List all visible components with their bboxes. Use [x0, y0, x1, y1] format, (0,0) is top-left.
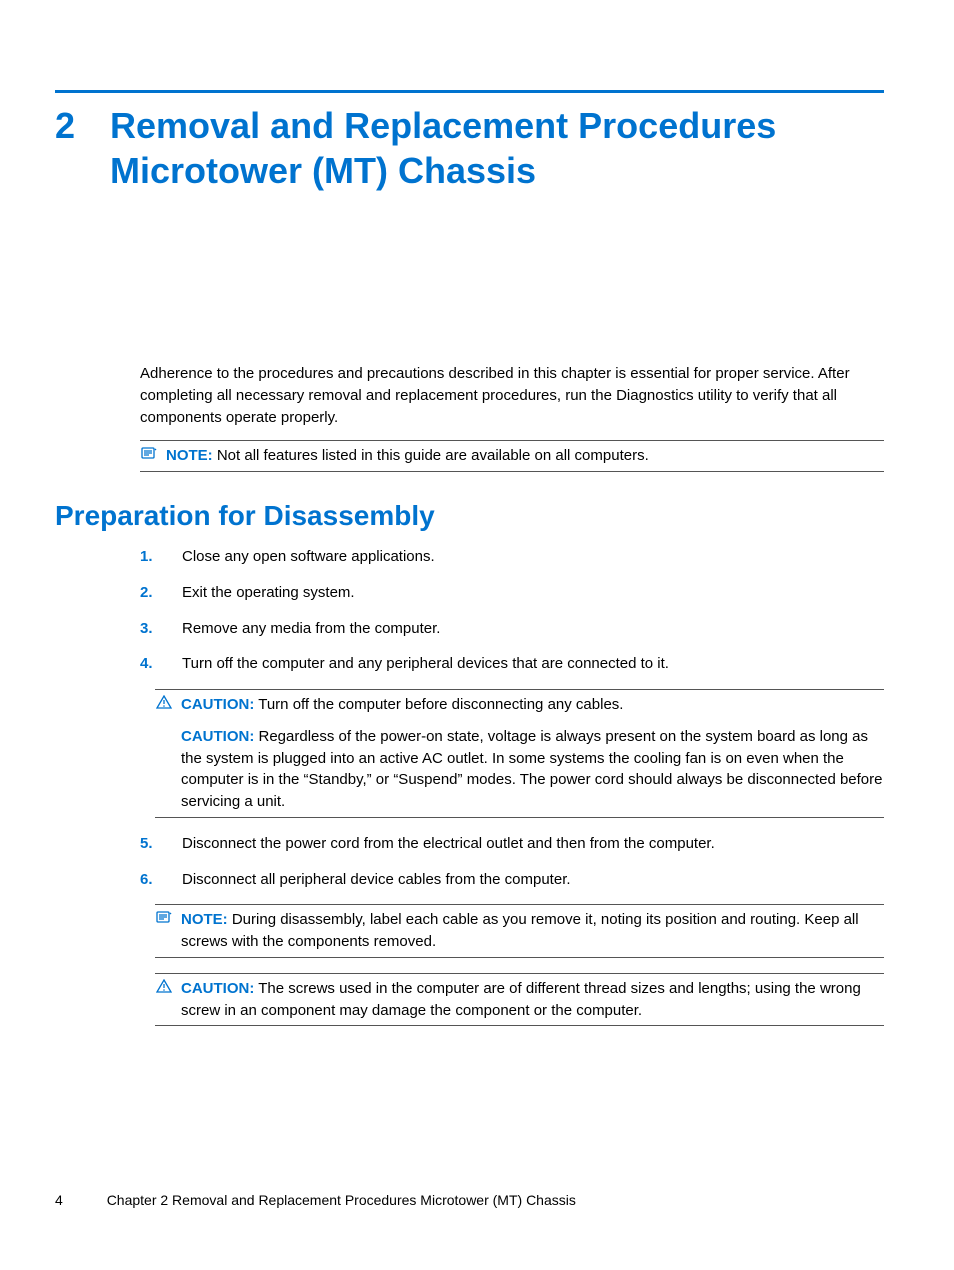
note-text: Not all features listed in this guide ar…: [217, 447, 649, 464]
caution-icon: [155, 694, 173, 709]
chapter-number: 2: [55, 103, 80, 148]
section-heading: Preparation for Disassembly: [55, 500, 884, 532]
note-callout: NOTE: During disassembly, label each cab…: [155, 904, 884, 958]
caution-label: CAUTION:: [181, 696, 254, 713]
caution-text: The screws used in the computer are of d…: [181, 980, 861, 1019]
caution-label: CAUTION:: [181, 728, 254, 745]
chapter-header: 2 Removal and Replacement Procedures Mic…: [55, 103, 884, 193]
step-item: Remove any media from the computer.: [140, 618, 884, 640]
chapter-title: Removal and Replacement Procedures Micro…: [110, 103, 884, 193]
step-item: Close any open software applications.: [140, 546, 884, 568]
note-icon: [155, 909, 173, 924]
step-item: Exit the operating system.: [140, 582, 884, 604]
caution-callout: CAUTION: The screws used in the computer…: [155, 973, 884, 1027]
steps-list-continued: Disconnect the power cord from the elect…: [140, 833, 884, 891]
steps-list: Close any open software applications. Ex…: [140, 546, 884, 675]
step-item: Disconnect the power cord from the elect…: [140, 833, 884, 855]
step-item: Disconnect all peripheral device cables …: [140, 869, 884, 891]
footer-text: Chapter 2 Removal and Replacement Proced…: [107, 1192, 576, 1208]
chapter-rule: [55, 90, 884, 93]
caution-label: CAUTION:: [181, 980, 254, 997]
step-item: Turn off the computer and any peripheral…: [140, 653, 884, 675]
note-text: During disassembly, label each cable as …: [181, 911, 859, 950]
note-callout: NOTE: Not all features listed in this gu…: [140, 440, 884, 472]
caution-text: Turn off the computer before disconnecti…: [258, 696, 623, 713]
note-icon: [140, 445, 158, 460]
intro-paragraph: Adherence to the procedures and precauti…: [140, 363, 884, 428]
caution-callout: CAUTION: Turn off the computer before di…: [155, 689, 884, 818]
caution-text: Regardless of the power-on state, voltag…: [181, 728, 883, 810]
note-label: NOTE:: [166, 447, 213, 464]
note-label: NOTE:: [181, 911, 228, 928]
caution-icon: [155, 978, 173, 993]
page-footer: 4 Chapter 2 Removal and Replacement Proc…: [55, 1192, 576, 1208]
page-number: 4: [55, 1192, 63, 1208]
